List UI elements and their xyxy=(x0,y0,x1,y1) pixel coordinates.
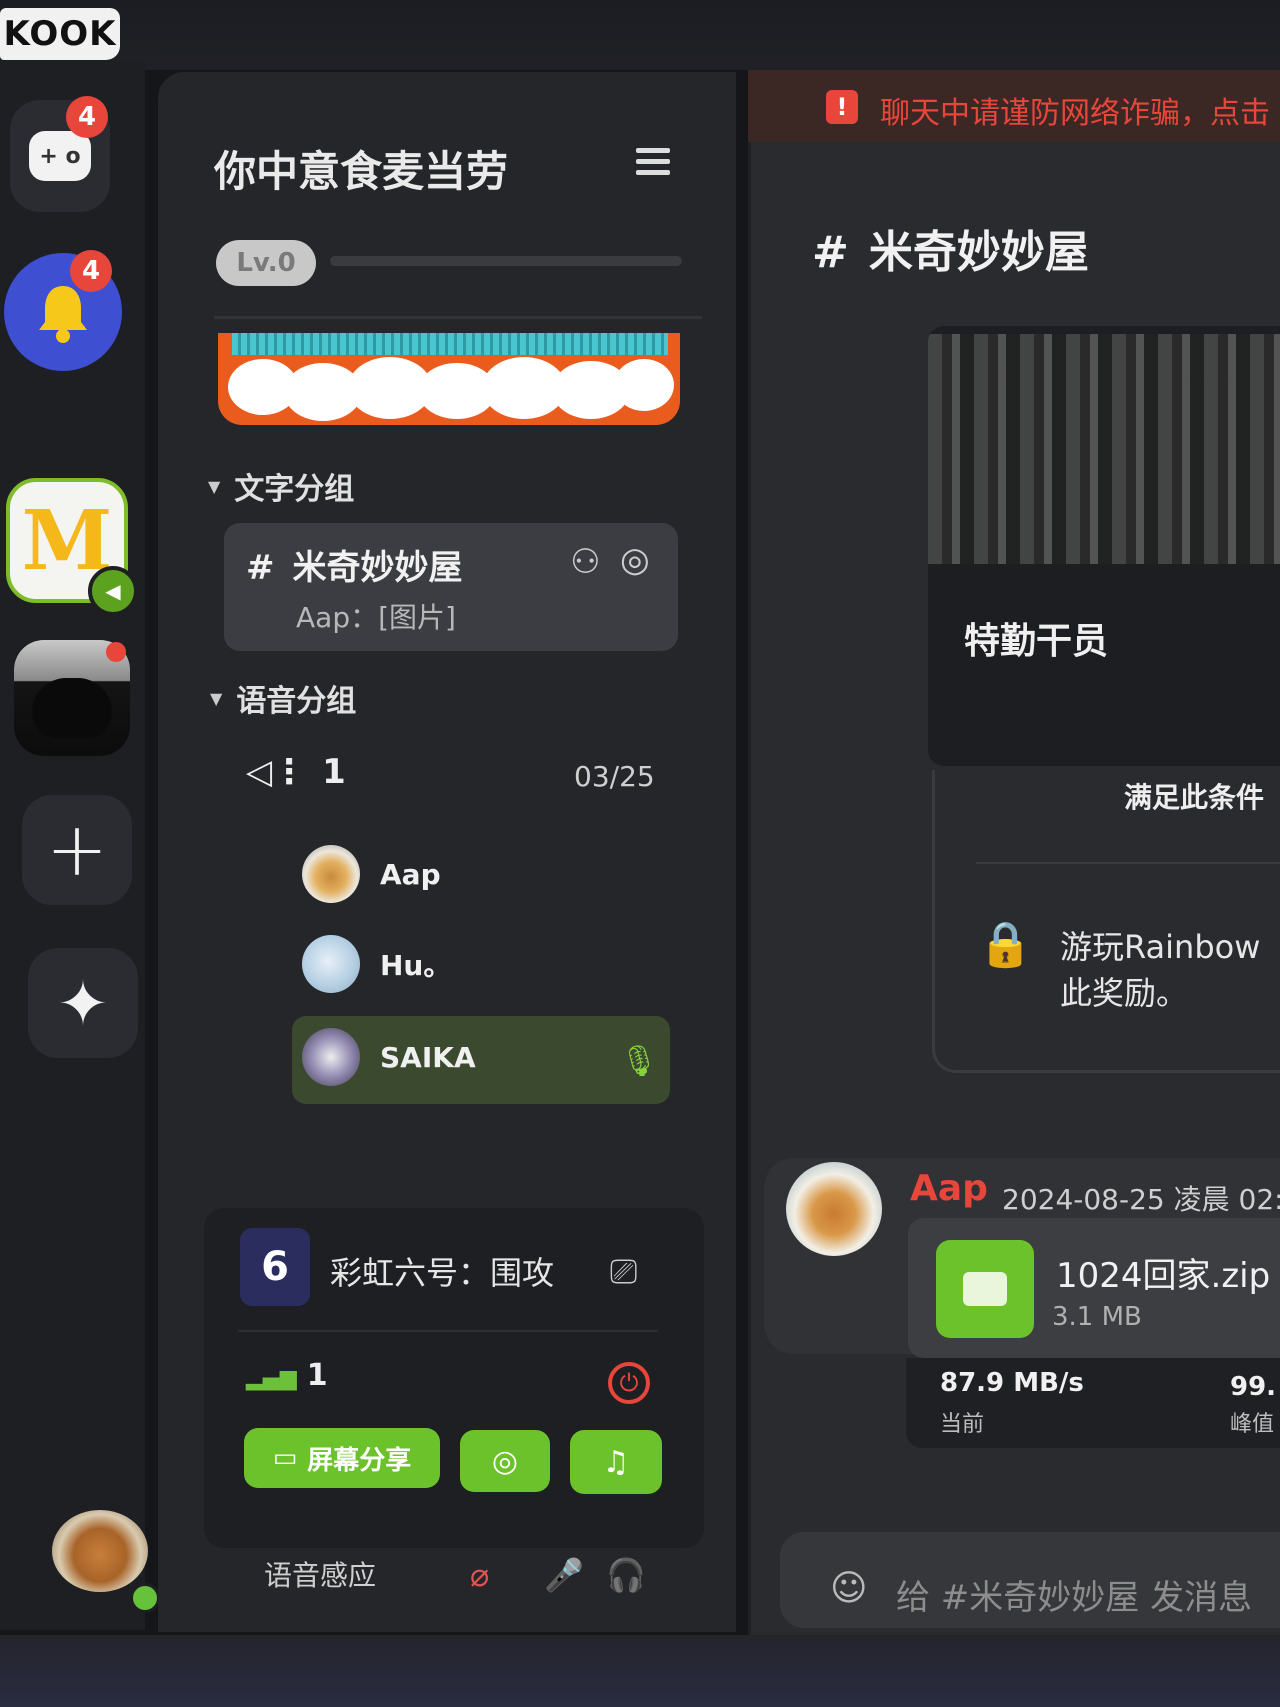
game-name: 彩虹六号：围攻 xyxy=(330,1254,555,1292)
unread-dot xyxy=(106,642,126,662)
speaker-icon: ◁⋮ xyxy=(246,752,307,792)
voice-member[interactable]: SAIKA xyxy=(302,1028,476,1086)
warning-text: 聊天中请谨防网络诈骗，点击 xyxy=(880,96,1270,131)
peak-speed-label: 峰值 xyxy=(1230,1412,1275,1437)
banner-pattern xyxy=(232,333,668,355)
screen-share-button[interactable]: ▭ 屏幕分享 xyxy=(244,1428,440,1488)
message-timestamp: 2024-08-25 凌晨 02: xyxy=(1002,1183,1280,1216)
caret-down-icon: ▼ xyxy=(210,688,223,708)
microphone-icon[interactable]: 🎤 xyxy=(544,1556,584,1594)
achievement-embed[interactable] xyxy=(928,326,1280,766)
member-name: Aap xyxy=(380,857,441,891)
user-avatar[interactable] xyxy=(52,1510,148,1592)
avatar xyxy=(302,1028,360,1086)
soundboard-button[interactable]: ◎ xyxy=(460,1430,550,1492)
server-banner xyxy=(218,333,680,425)
voice-channel-item[interactable]: ◁⋮ 1 xyxy=(246,752,346,792)
music-button[interactable]: ♫ xyxy=(570,1430,662,1494)
kook-logo: KOOK xyxy=(0,8,120,60)
menu-icon[interactable] xyxy=(636,148,670,182)
emoji-icon[interactable]: ☺ xyxy=(830,1568,868,1609)
monitor-icon: ▭ xyxy=(272,1443,298,1473)
disconnect-button[interactable]: ⏻ xyxy=(608,1362,650,1404)
reward-text-line: 游玩Rainbow xyxy=(1060,928,1261,966)
invite-user-icon[interactable]: ⚇ xyxy=(570,542,600,582)
divider xyxy=(238,1330,658,1332)
warning-icon: ! xyxy=(826,90,858,124)
hash-icon: # xyxy=(812,227,849,278)
microphone-icon: 🎙 xyxy=(620,1044,659,1079)
current-speed-label: 当前 xyxy=(940,1412,985,1437)
add-server-button[interactable]: + xyxy=(22,795,132,905)
chat-channel-title: # 米奇妙妙屋 xyxy=(812,216,1089,280)
divider xyxy=(214,316,702,319)
panel-separator xyxy=(748,70,751,1650)
voice-group-header[interactable]: ▼ 语音分组 xyxy=(210,676,356,720)
sparkle-icon[interactable]: ✦ xyxy=(28,948,138,1058)
screen-share-label: 屏幕分享 xyxy=(307,1445,412,1476)
last-message-preview: Aap：[图片] xyxy=(296,601,456,634)
top-bezel xyxy=(0,0,1280,70)
message-input-placeholder: 给 #米奇妙妙屋 发消息 xyxy=(896,1578,1253,1618)
voice-channel-name: 1 xyxy=(322,752,346,792)
speaker-icon: ◀ xyxy=(88,566,138,616)
server-name[interactable]: 你中意食麦当劳 xyxy=(214,138,508,199)
music-note-icon: ♫ xyxy=(602,1444,630,1480)
voice-sense-label[interactable]: 语音感应 xyxy=(264,1554,376,1594)
online-status-dot xyxy=(130,1583,160,1613)
embed-title: 特勤干员 xyxy=(964,621,1109,662)
disc-icon: ◎ xyxy=(491,1443,519,1479)
divider xyxy=(976,862,1280,864)
file-name[interactable]: 1024回家.zip xyxy=(1056,1248,1270,1297)
headphones-icon[interactable]: 🎧 xyxy=(606,1556,646,1594)
connected-channel: ▂▄▆ 1 xyxy=(246,1358,328,1393)
voice-group-label: 语音分组 xyxy=(236,684,357,719)
file-size: 3.1 MB xyxy=(1052,1302,1142,1332)
text-group-label: 文字分组 xyxy=(234,472,355,507)
text-channel-name: 米奇妙妙屋 xyxy=(292,548,463,588)
connected-channel-name: 1 xyxy=(306,1358,328,1393)
voice-member[interactable]: Aap xyxy=(302,845,441,903)
signal-icon: ▂▄▆ xyxy=(246,1366,297,1391)
voice-channel-date: 03/25 xyxy=(574,760,655,793)
avatar xyxy=(302,845,360,903)
reward-text-line: 此奖励。 xyxy=(1060,974,1189,1013)
bottom-bezel xyxy=(0,1635,1280,1707)
member-name: Hu。 xyxy=(380,949,452,982)
reward-condition-heading: 满足此条件 xyxy=(1124,781,1265,814)
camera-off-icon[interactable]: ⌀ xyxy=(470,1556,489,1594)
embed-image xyxy=(928,334,1280,564)
download-speed-panel: 87.9 MB/s 当前 99. 峰值 xyxy=(906,1358,1280,1448)
caret-down-icon: ▼ xyxy=(208,476,221,496)
chat-channel-name: 米奇妙妙屋 xyxy=(868,227,1089,278)
member-name: SAIKA xyxy=(380,1040,476,1074)
notification-badge: 4 xyxy=(70,250,112,292)
reward-text: 游玩Rainbow 此奖励。 xyxy=(1060,924,1260,1017)
text-channel-title: # 米奇妙妙屋 xyxy=(246,540,463,589)
cat-avatar-icon xyxy=(32,678,112,738)
message-author[interactable]: Aap xyxy=(910,1168,988,1209)
folder-icon xyxy=(936,1240,1034,1338)
chat-bubble-icon: + o xyxy=(29,131,91,181)
screen-switch-icon[interactable]: ⎚ xyxy=(610,1252,637,1292)
current-speed: 87.9 MB/s xyxy=(940,1368,1084,1398)
settings-icon[interactable]: ◎ xyxy=(620,540,650,580)
game-icon: 6 xyxy=(240,1228,310,1306)
peak-speed: 99. xyxy=(1230,1372,1277,1402)
lock-icon: 🔒 xyxy=(978,919,1033,970)
text-group-header[interactable]: ▼ 文字分组 xyxy=(208,464,354,508)
dm-unread-badge: 4 xyxy=(66,96,108,138)
author-avatar[interactable] xyxy=(786,1162,882,1256)
hash-icon: # xyxy=(246,548,275,588)
level-progress-bar xyxy=(330,256,682,266)
voice-member[interactable]: Hu。 xyxy=(302,935,451,993)
server-level-badge: Lv.0 xyxy=(216,240,316,286)
avatar xyxy=(302,935,360,993)
